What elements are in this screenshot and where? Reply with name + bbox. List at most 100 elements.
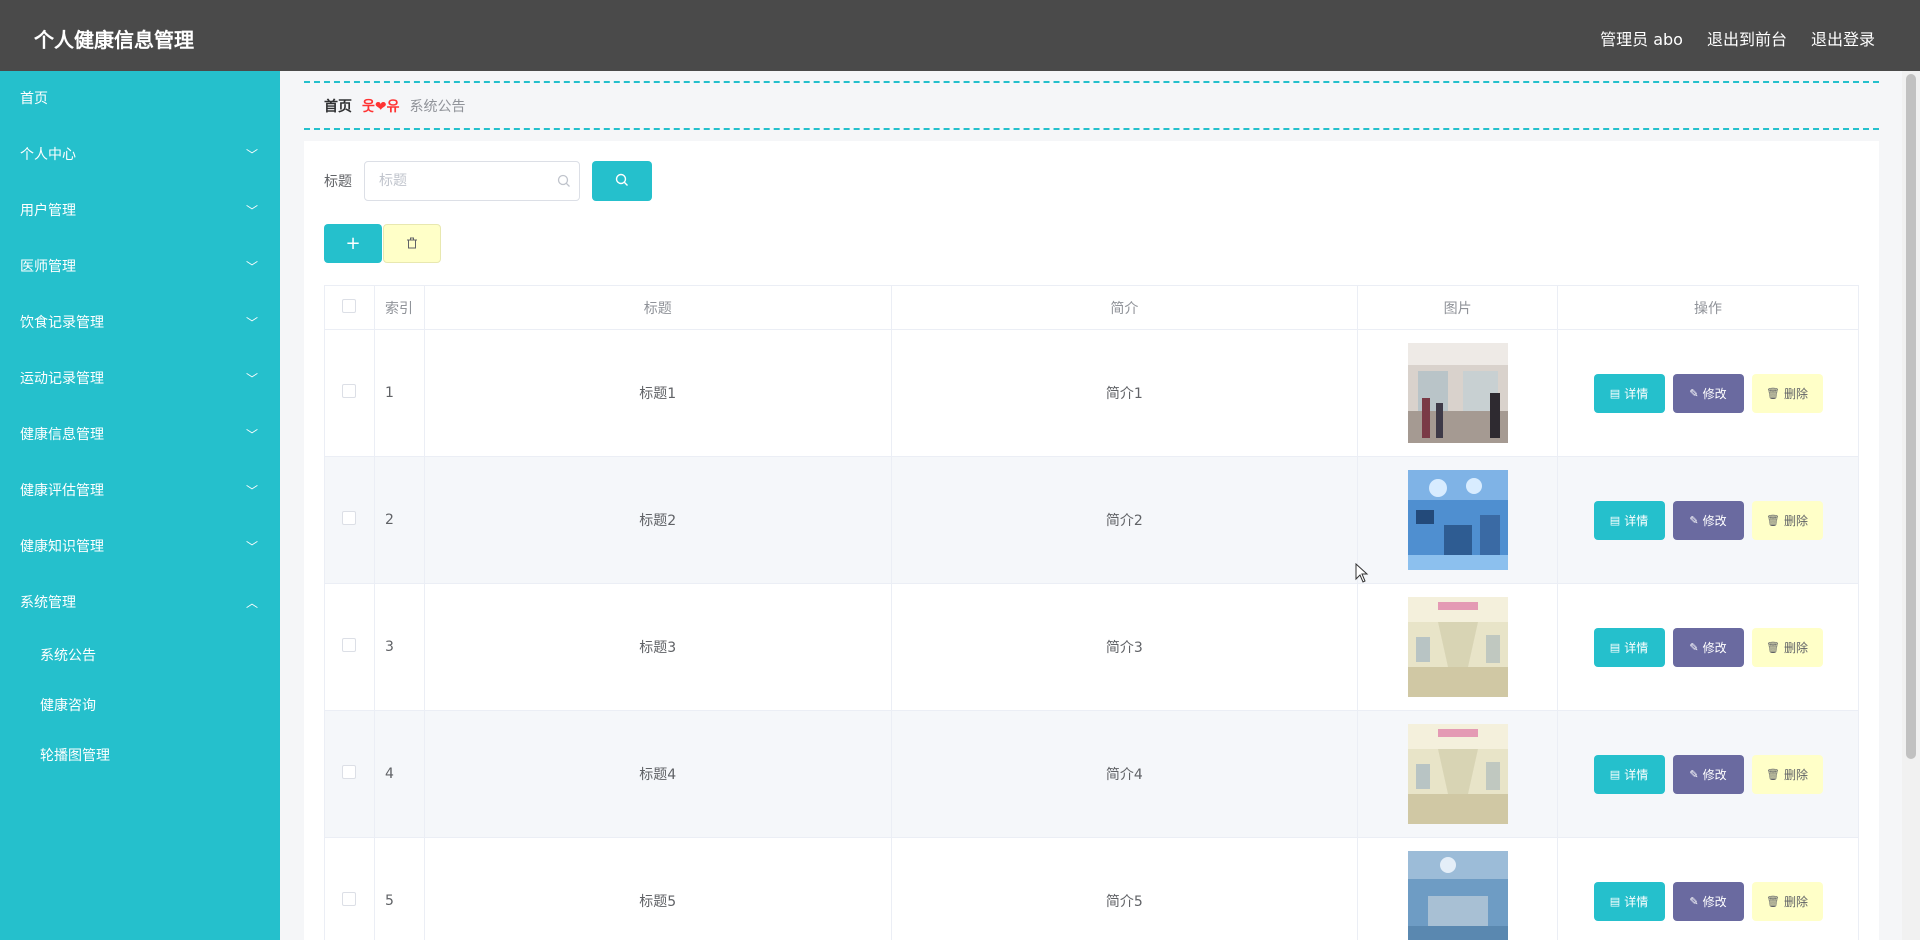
chevron-down-icon: ﹀ (245, 316, 258, 330)
sidebar-item-doctor-management[interactable]: 医师管理 ﹀ (0, 239, 280, 295)
table-header-row: 索引 标题 简介 图片 操作 (324, 285, 1859, 330)
hospital-lobby-image[interactable] (1407, 343, 1508, 443)
detail-label: 详情 (1624, 767, 1649, 782)
chevron-down-icon: ﹀ (245, 148, 258, 162)
row-check-cell (324, 837, 375, 940)
edit-button[interactable]: ✎ 修改 (1672, 373, 1744, 413)
sidebar-item-diet-records[interactable]: 饮食记录管理 ﹀ (0, 295, 280, 351)
announcement-table: 索引 标题 简介 图片 操作 1 标题1 简介1 ▤ 详情 ✎ 修改 🗑 删除 … (324, 285, 1859, 940)
delete-label: 删除 (1783, 640, 1808, 655)
detail-button[interactable]: ▤ 详情 (1593, 627, 1665, 667)
sidebar-item-personal-center[interactable]: 个人中心 ﹀ (0, 127, 280, 183)
sidebar-subitem-announcements[interactable]: 系统公告 (0, 631, 280, 681)
back-to-front-link[interactable]: 退出到前台 (1707, 26, 1787, 50)
row-check-cell (324, 456, 375, 584)
document-icon: ▤ (1609, 767, 1621, 781)
sidebar-item-user-management[interactable]: 用户管理 ﹀ (0, 183, 280, 239)
breadcrumb-home[interactable]: 首页 (324, 96, 352, 116)
detail-button[interactable]: ▤ 详情 (1593, 754, 1665, 794)
delete-button[interactable]: 🗑 删除 (1751, 627, 1823, 667)
row-title: 标题3 (423, 583, 892, 711)
top-header: 个人健康信息管理 管理员 abo 退出到前台 退出登录 (0, 0, 1920, 71)
sidebar-item-label: 首页 (20, 91, 48, 107)
sidebar-item-health-knowledge[interactable]: 健康知识管理 ﹀ (0, 519, 280, 575)
operating-room-image[interactable] (1407, 851, 1508, 940)
edit-button[interactable]: ✎ 修改 (1672, 754, 1744, 794)
sidebar-item-exercise-records[interactable]: 运动记录管理 ﹀ (0, 351, 280, 407)
detail-label: 详情 (1624, 386, 1649, 401)
sidebar-item-label: 健康评估管理 (20, 483, 104, 499)
chevron-down-icon: ﹀ (245, 540, 258, 554)
edit-button[interactable]: ✎ 修改 (1672, 627, 1744, 667)
row-checkbox[interactable] (342, 638, 357, 652)
row-checkbox[interactable] (342, 384, 357, 398)
hospital-corridor-image[interactable] (1407, 724, 1508, 824)
detail-button[interactable]: ▤ 详情 (1593, 881, 1665, 921)
sidebar-item-health-info[interactable]: 健康信息管理 ﹀ (0, 407, 280, 463)
operating-room-image[interactable] (1407, 470, 1508, 570)
sidebar-subitem-health-consult[interactable]: 健康咨询 (0, 681, 280, 731)
search-input[interactable] (365, 162, 545, 200)
sidebar-item-home[interactable]: 首页 (0, 71, 280, 127)
sidebar-item-health-assessment[interactable]: 健康评估管理 ﹀ (0, 463, 280, 519)
pencil-icon: ✎ (1689, 640, 1699, 654)
row-brief: 简介3 (890, 583, 1359, 711)
sidebar-item-label: 医师管理 (20, 259, 76, 275)
table-row: 1 标题1 简介1 ▤ 详情 ✎ 修改 🗑 删除 (324, 329, 1859, 457)
delete-label: 删除 (1783, 894, 1808, 909)
chevron-down-icon: ﹀ (245, 428, 258, 442)
pencil-icon: ✎ (1689, 767, 1699, 781)
admin-user-label[interactable]: 管理员 abo (1600, 26, 1683, 50)
pencil-icon: ✎ (1689, 894, 1699, 908)
row-ops-cell: ▤ 详情 ✎ 修改 🗑 删除 (1557, 583, 1859, 711)
trash-icon: 🗑 (1766, 386, 1780, 400)
row-ops-cell: ▤ 详情 ✎ 修改 🗑 删除 (1557, 329, 1859, 457)
chevron-down-icon: ﹀ (245, 372, 258, 386)
sidebar-item-label: 饮食记录管理 (20, 315, 104, 331)
content-card: 标题 + 索引 标题 简介 图片 操作 (304, 141, 1879, 940)
trash-icon (406, 234, 418, 253)
row-checkbox[interactable] (342, 511, 357, 525)
delete-button[interactable]: 🗑 删除 (1751, 881, 1823, 921)
sidebar-item-label: 系统管理 (20, 595, 76, 611)
sidebar-item-system-management[interactable]: 系统管理 ︿ (0, 575, 280, 631)
edit-button[interactable]: ✎ 修改 (1672, 881, 1744, 921)
detail-button[interactable]: ▤ 详情 (1593, 373, 1665, 413)
row-checkbox[interactable] (342, 765, 357, 779)
row-title: 标题1 (423, 329, 892, 457)
row-image-cell (1357, 710, 1559, 838)
delete-label: 删除 (1783, 386, 1808, 401)
hospital-corridor-image[interactable] (1407, 597, 1508, 697)
document-icon: ▤ (1609, 513, 1621, 527)
logout-link[interactable]: 退出登录 (1811, 26, 1875, 50)
detail-button[interactable]: ▤ 详情 (1593, 500, 1665, 540)
edit-button[interactable]: ✎ 修改 (1672, 500, 1744, 540)
page-scrollbar[interactable] (1902, 71, 1920, 940)
delete-label: 删除 (1783, 513, 1808, 528)
table-row: 3 标题3 简介3 ▤ 详情 ✎ 修改 🗑 删除 (324, 583, 1859, 711)
delete-button[interactable]: 🗑 删除 (1751, 500, 1823, 540)
search-field[interactable] (364, 161, 580, 201)
sidebar-subitem-carousel[interactable]: 轮播图管理 (0, 731, 280, 781)
trash-icon: 🗑 (1766, 767, 1780, 781)
select-all-checkbox[interactable] (342, 298, 357, 313)
row-checkbox[interactable] (342, 892, 357, 906)
edit-label: 修改 (1702, 767, 1727, 782)
search-button[interactable] (592, 161, 652, 201)
row-ops-cell: ▤ 详情 ✎ 修改 🗑 删除 (1557, 837, 1859, 940)
trash-icon: 🗑 (1766, 640, 1780, 654)
add-button[interactable]: + (324, 224, 382, 263)
sidebar-item-label: 健康知识管理 (20, 539, 104, 555)
header-image: 图片 (1357, 285, 1559, 330)
select-all-cell (324, 285, 375, 330)
scrollbar-thumb[interactable] (1906, 74, 1916, 759)
table-row: 5 标题5 简介5 ▤ 详情 ✎ 修改 🗑 删除 (324, 837, 1859, 940)
chevron-up-icon: ︿ (245, 596, 258, 610)
row-brief: 简介1 (890, 329, 1359, 457)
row-image-cell (1357, 583, 1559, 711)
row-image-cell (1357, 456, 1559, 584)
batch-delete-button[interactable] (383, 224, 441, 263)
app-title: 个人健康信息管理 (34, 28, 194, 52)
delete-button[interactable]: 🗑 删除 (1751, 754, 1823, 794)
delete-button[interactable]: 🗑 删除 (1751, 373, 1823, 413)
